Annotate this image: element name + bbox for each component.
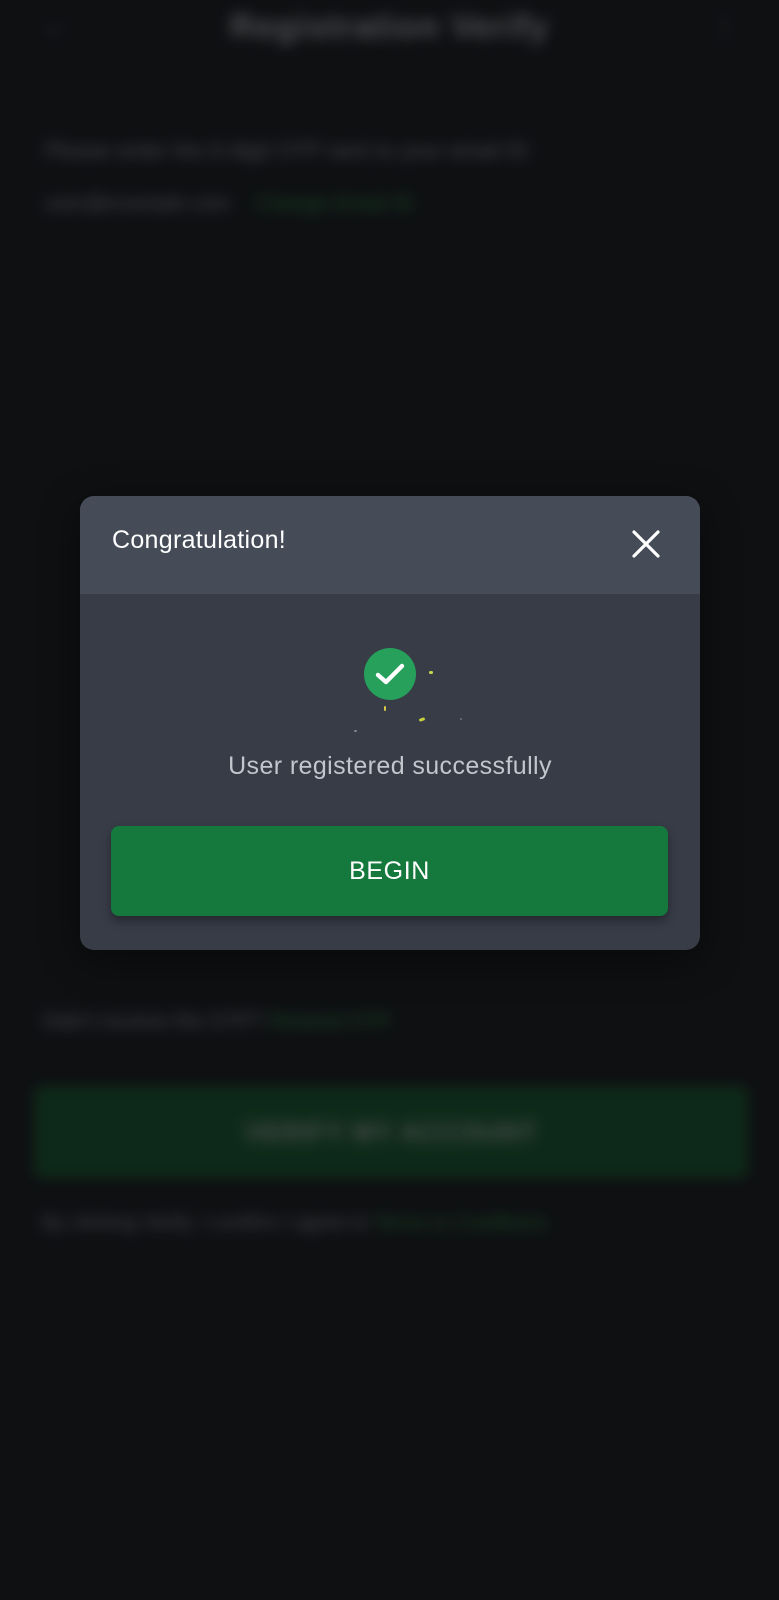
confetti-particle [429, 671, 433, 674]
confetti-particle [384, 706, 386, 711]
confetti-particle [418, 717, 426, 722]
begin-button[interactable]: BEGIN [111, 826, 668, 916]
success-dialog: Congratulation! User registered successf… [80, 496, 700, 950]
check-circle-icon [364, 648, 416, 700]
dialog-header: Congratulation! [80, 496, 700, 594]
close-icon[interactable] [628, 526, 664, 562]
confetti-particle [354, 730, 357, 732]
dialog-title: Congratulation! [112, 526, 287, 554]
confetti-particle [460, 718, 462, 720]
success-message: User registered successfully [228, 752, 552, 780]
